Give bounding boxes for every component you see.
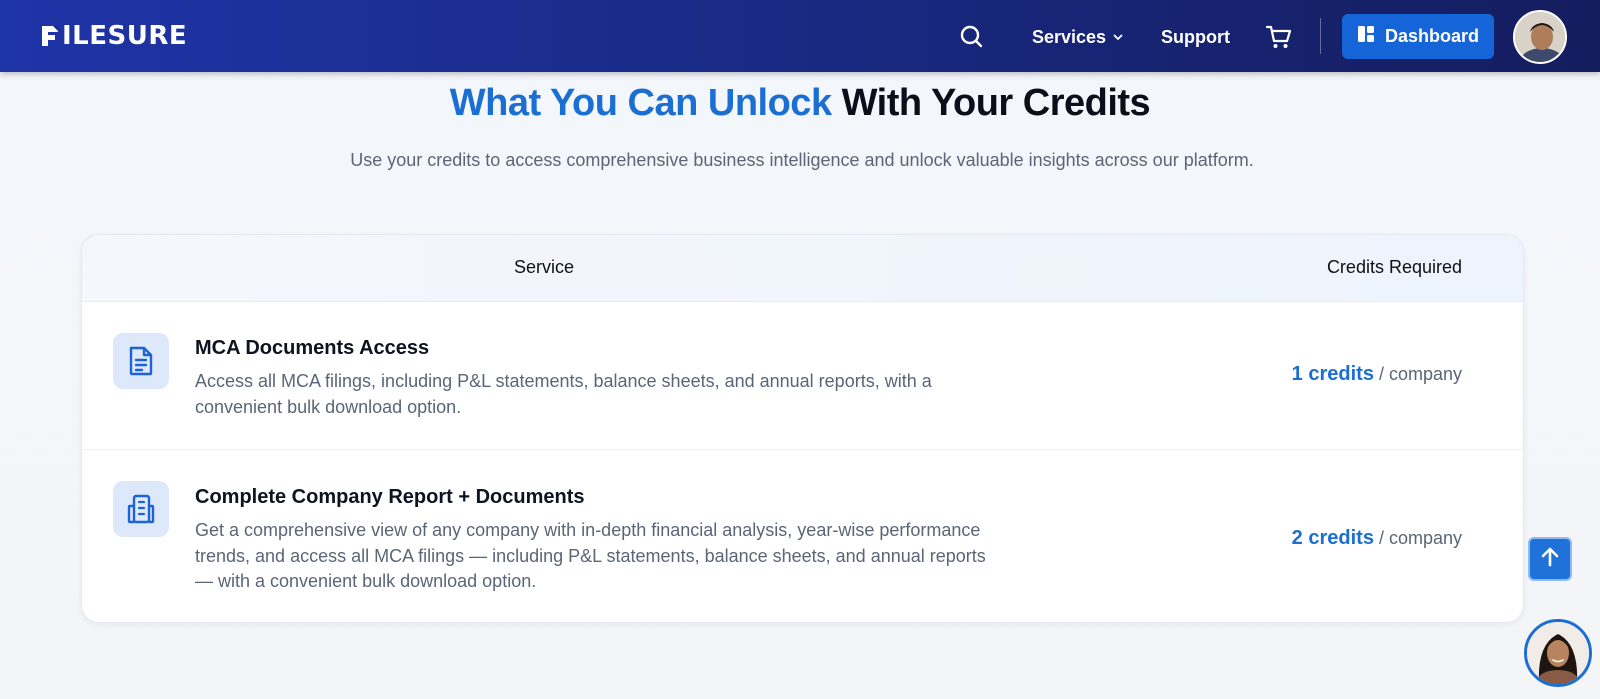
table-row: Complete Company Report + Documents Get … (82, 450, 1523, 622)
arrow-up-icon (1539, 546, 1561, 573)
title-highlight: What You Can Unlock (449, 82, 832, 124)
logo-mark-icon (40, 24, 60, 48)
support-agent-avatar[interactable] (1524, 619, 1592, 687)
nav-divider (1320, 18, 1321, 54)
credits-required: 2 credits / company (1292, 527, 1462, 550)
nav-support[interactable]: Support (1161, 24, 1230, 50)
page-subtitle: Use your credits to access comprehensive… (350, 150, 1254, 170)
logo-text: ILESURE (62, 21, 188, 51)
credits-amount: 1 credits (1291, 363, 1374, 385)
nav-services[interactable]: Services (1032, 24, 1124, 50)
scroll-to-top-button[interactable] (1528, 537, 1572, 581)
chevron-down-icon (1112, 27, 1124, 48)
service-description: Access all MCA filings, including P&L st… (195, 371, 932, 417)
column-header-credits: Credits Required (1326, 257, 1462, 277)
page-title: What You Can Unlock With Your Credits (0, 82, 1600, 125)
credits-unit: / company (1378, 364, 1462, 384)
top-navbar: ILESURE Services Support Dashboard (0, 0, 1600, 72)
service-description: Get a comprehensive view of any company … (195, 520, 986, 591)
nav-support-label: Support (1161, 26, 1230, 47)
search-icon[interactable] (959, 24, 985, 50)
service-title: Complete Company Report + Documents (195, 486, 585, 508)
cart-icon[interactable] (1265, 23, 1293, 51)
service-title: MCA Documents Access (195, 337, 430, 359)
credits-amount: 2 credits (1291, 527, 1374, 549)
credits-unit: / company (1378, 528, 1462, 548)
user-avatar[interactable] (1513, 10, 1567, 64)
dashboard-icon (1357, 25, 1375, 48)
credits-required: 1 credits / company (1292, 363, 1462, 386)
filesure-logo[interactable]: ILESURE (40, 21, 187, 51)
table-header: Service Credits Required (82, 235, 1523, 302)
credits-table: Service Credits Required MCA Documents A… (81, 234, 1524, 623)
dashboard-label: Dashboard (1384, 26, 1480, 46)
title-rest: With Your Credits (841, 82, 1151, 124)
column-header-service: Service (514, 257, 575, 277)
building-icon (113, 481, 169, 537)
document-icon (113, 333, 169, 389)
nav-services-label: Services (1032, 26, 1107, 47)
table-row: MCA Documents Access Access all MCA fili… (82, 302, 1523, 450)
dashboard-button[interactable]: Dashboard (1342, 14, 1494, 59)
